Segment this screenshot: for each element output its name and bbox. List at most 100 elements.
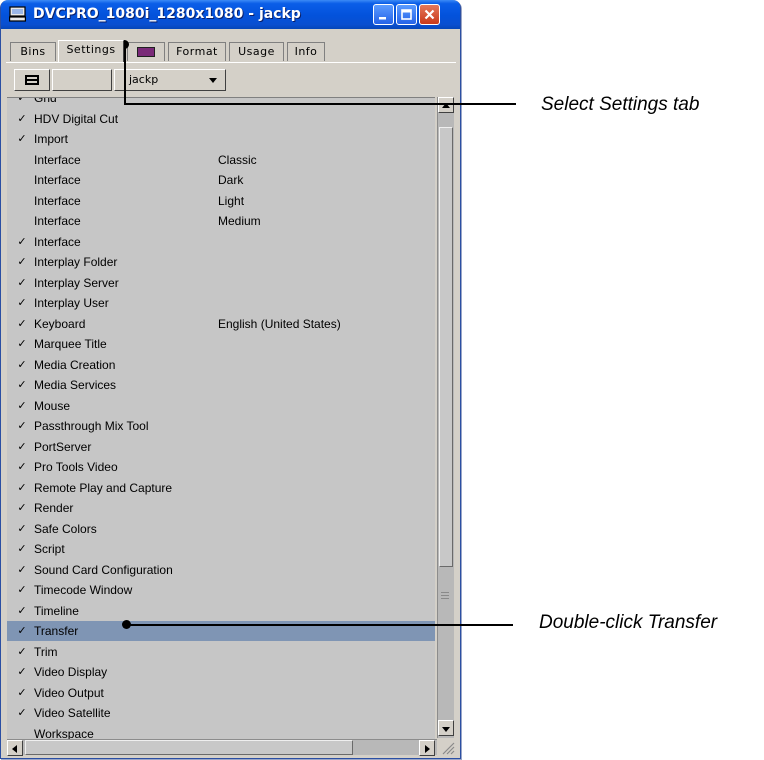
vertical-scrollbar[interactable] [437,97,454,738]
setting-row[interactable]: ✓ Interplay User [7,293,435,313]
setting-name: Video Output [34,685,104,700]
setting-name: Interplay Server [34,275,119,290]
setting-name: Grid [34,97,57,105]
setting-name: Video Display [34,665,108,679]
check-icon: ✓ [17,256,27,268]
setting-row[interactable]: ✓ Video Display [7,662,435,682]
setting-name: Transfer [34,624,79,638]
scroll-down-button[interactable] [438,720,454,736]
settings-tab-leader-line [124,45,126,104]
setting-name: Interplay User [34,296,109,310]
setting-row[interactable]: ✓ Timecode Window [7,580,435,600]
setting-name: Safe Colors [34,521,97,536]
setting-row[interactable]: Interface Classic [7,150,435,170]
setting-row[interactable]: ✓ PortServer [7,437,435,457]
scroll-up-button[interactable] [438,97,454,113]
check-icon: ✓ [17,481,27,494]
horizontal-scrollbar[interactable] [7,739,437,756]
setting-name: Interface [34,193,81,208]
setting-row[interactable]: ✓ Media Services [7,375,435,395]
scroll-right-button[interactable] [419,740,435,756]
setting-row[interactable]: ✓ Interplay Server [7,273,435,293]
setting-row[interactable]: ✓ Trim [7,642,435,662]
minimize-button[interactable] [373,4,394,25]
settings-tab-leader-line [124,103,516,105]
check-icon: ✓ [17,686,27,699]
setting-row[interactable]: ✓ Timeline [7,601,435,621]
tab-settings[interactable]: Settings [58,40,124,62]
check-icon: ✓ [17,502,27,514]
tab-usage[interactable]: Usage [229,42,284,61]
user-select-value: jackp [129,73,159,86]
double-click-transfer-callout: Double-click Transfer [539,612,718,633]
setting-name: Workspace [34,726,94,740]
setting-row[interactable]: Workspace [7,724,435,740]
scroll-thumb[interactable] [439,127,453,567]
check-icon: ✓ [17,379,27,391]
check-icon: ✓ [17,297,27,309]
resize-grip-icon[interactable] [438,739,456,756]
setting-row[interactable]: ✓ Pro Tools Video [7,457,435,477]
check-icon: ✓ [17,707,27,719]
arrow-down-icon [442,727,450,732]
setting-row[interactable]: ✓ Safe Colors [7,519,435,539]
tab-bins[interactable]: Bins [10,42,56,61]
tab-strip: Bins Settings Format Usage Info [6,40,456,62]
scroll-left-button[interactable] [7,740,23,756]
check-icon: ✓ [17,276,27,289]
title-bar[interactable]: DVCPRO_1080i_1280x1080 - jackp [1,0,460,29]
blank-toolbar-button[interactable] [52,69,112,91]
tab-color-swatch[interactable] [127,42,165,61]
setting-row[interactable]: Interface Dark [7,170,435,190]
setting-row[interactable]: ✓ Marquee Title [7,334,435,354]
setting-name: Sound Card Configuration [34,562,173,577]
setting-value: Dark [218,173,244,187]
setting-value: English (United States) [218,316,341,331]
setting-row[interactable]: ✓ Keyboard English (United States) [7,314,435,334]
setting-name: Pro Tools Video [34,460,118,474]
horizontal-scroll-thumb[interactable] [25,740,353,755]
setting-row[interactable]: ✓ HDV Digital Cut [7,109,435,129]
setting-name: Media Services [34,378,117,392]
minimize-icon [379,17,386,20]
setting-row[interactable]: ✓ Sound Card Configuration [7,560,435,580]
setting-name: Import [34,132,69,146]
setting-name: Interface [34,234,81,249]
select-settings-callout: Select Settings tab [541,94,700,115]
setting-row[interactable]: ✓ Interface [7,232,435,252]
user-select[interactable]: jackp [114,69,226,91]
setting-name: Media Creation [34,357,116,372]
setting-row[interactable]: ✓ Video Output [7,683,435,703]
setting-row[interactable]: Interface Light [7,191,435,211]
setting-name: Marquee Title [34,337,107,351]
check-icon: ✓ [17,112,27,125]
setting-name: Remote Play and Capture [34,480,173,495]
check-icon: ✓ [17,399,27,412]
setting-row[interactable]: ✓ Interplay Folder [7,252,435,272]
view-toggle-button[interactable] [14,69,50,91]
close-button[interactable] [419,4,440,25]
setting-row[interactable]: ✓ Mouse [7,396,435,416]
setting-name: Render [34,501,74,515]
setting-row[interactable]: ✓ Render [7,498,435,518]
setting-name: Interface [34,173,81,187]
setting-row[interactable]: ✓ Script [7,539,435,559]
tab-info[interactable]: Info [287,42,325,61]
setting-name: Timecode Window [34,583,133,597]
arrow-right-icon [425,745,430,753]
chevron-down-icon [209,78,217,83]
setting-name: Passthrough Mix Tool [34,419,149,433]
setting-row[interactable]: ✓ Import [7,129,435,149]
check-icon: ✓ [17,133,27,145]
check-icon: ✓ [17,645,27,658]
setting-row[interactable]: ✓ Passthrough Mix Tool [7,416,435,436]
arrow-up-icon [442,103,450,108]
setting-row[interactable]: ✓ Remote Play and Capture [7,478,435,498]
setting-row[interactable]: ✓ Video Satellite [7,703,435,723]
setting-row[interactable]: Interface Medium [7,211,435,231]
settings-window: DVCPRO_1080i_1280x1080 - jackp Bins Sett… [0,0,461,759]
tab-format[interactable]: Format [168,42,226,61]
check-icon: ✓ [17,522,27,535]
setting-row[interactable]: ✓ Media Creation [7,355,435,375]
maximize-button[interactable] [396,4,417,25]
